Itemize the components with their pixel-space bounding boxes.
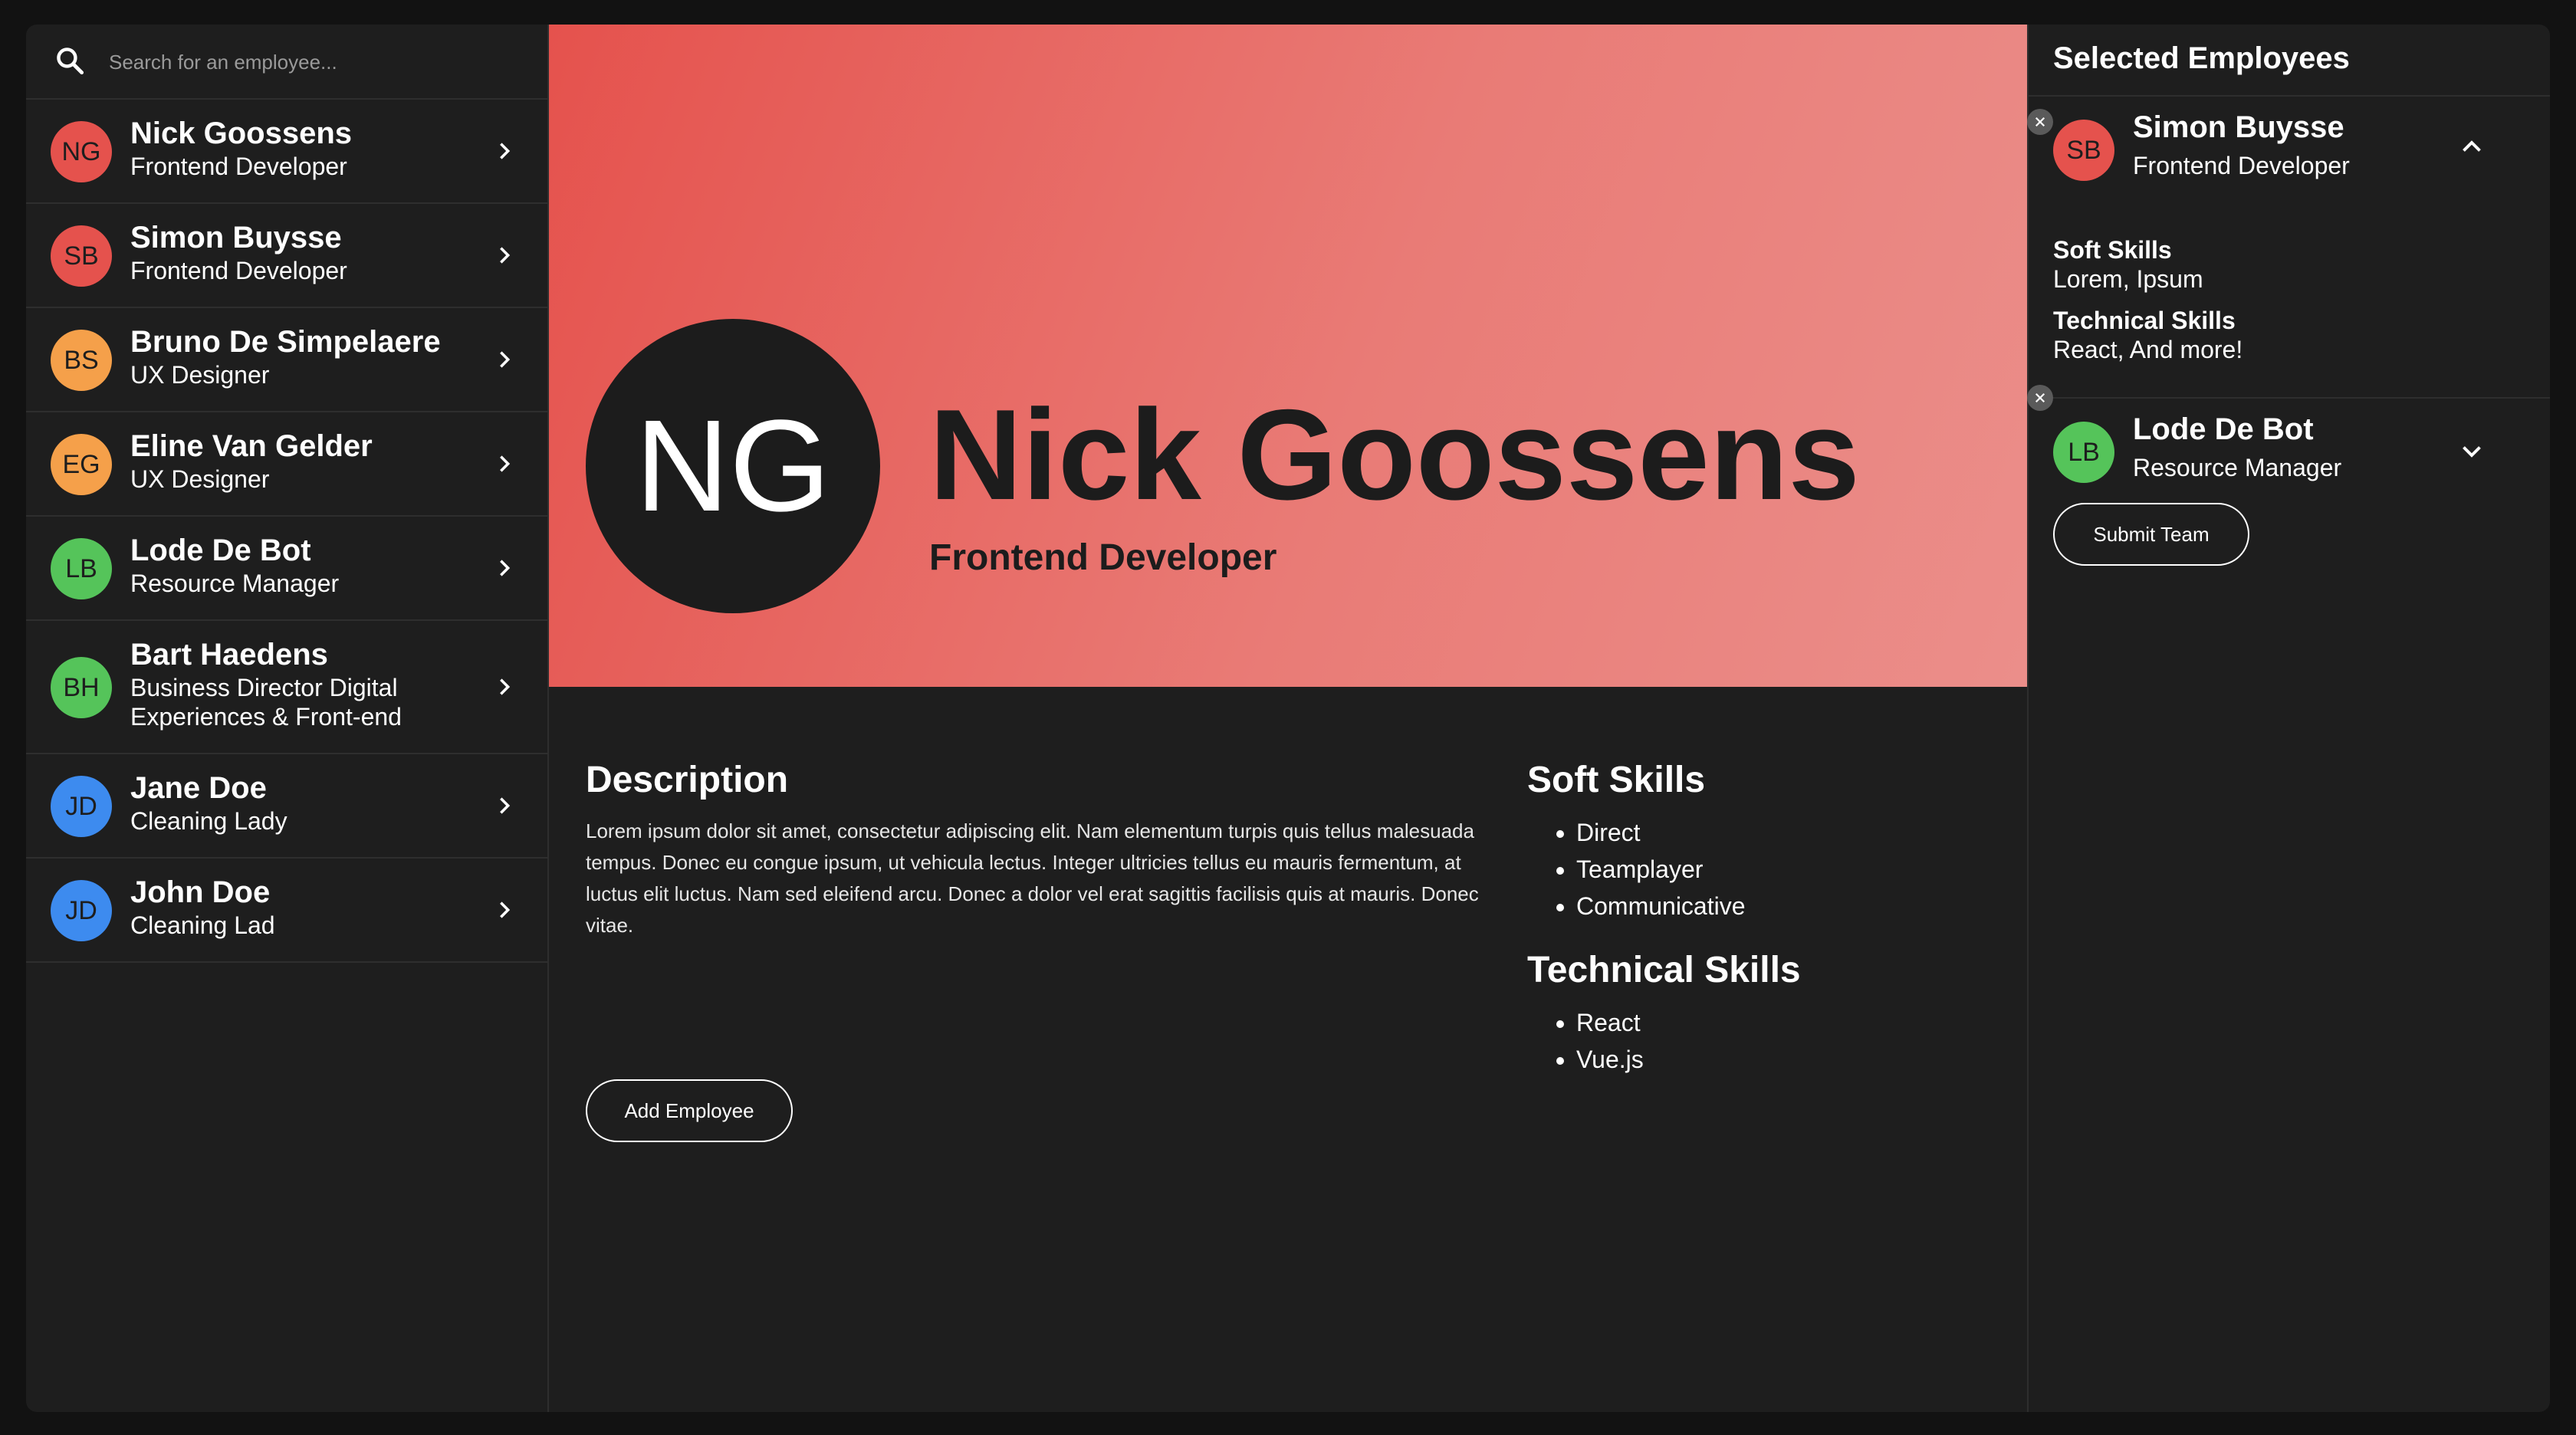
- close-icon: [2035, 392, 2045, 403]
- employee-sidebar: NG Nick Goossens Frontend Developer SB S…: [26, 25, 549, 1412]
- avatar: LB: [51, 538, 112, 599]
- description-heading: Description: [586, 760, 789, 800]
- employee-item-lode-de-bot[interactable]: LB Lode De Bot Resource Manager: [26, 517, 547, 621]
- employee-name: John Doe: [130, 875, 271, 909]
- employee-item-simon-buysse[interactable]: SB Simon Buysse Frontend Developer: [26, 204, 547, 308]
- technical-skills-value: React, And more!: [2053, 336, 2243, 363]
- skill-item: Teamplayer: [1576, 851, 1746, 888]
- avatar: BS: [51, 330, 112, 391]
- soft-skills-heading: Soft Skills: [1527, 760, 1706, 800]
- chevron-down-icon[interactable]: [2458, 437, 2486, 465]
- close-icon: [2035, 117, 2045, 127]
- skill-item: Communicative: [1576, 888, 1746, 924]
- employee-role: Cleaning Lady: [130, 807, 288, 835]
- chevron-right-icon: [500, 455, 511, 472]
- employee-role: UX Designer: [130, 465, 270, 493]
- submit-team-button[interactable]: Submit Team: [2053, 503, 2249, 566]
- selected-employee-role: Resource Manager: [2133, 454, 2342, 481]
- skill-item: Vue.js: [1576, 1041, 1644, 1078]
- chevron-right-icon: [500, 143, 511, 159]
- search-input[interactable]: [107, 43, 524, 81]
- description-text: Lorem ipsum dolor sit amet, consectetur …: [586, 819, 1479, 937]
- employee-name: Bruno De Simpelaere: [130, 325, 441, 359]
- profile-name: Nick Goossens: [929, 383, 1860, 527]
- employee-item-nick-goossens[interactable]: NG Nick Goossens Frontend Developer: [26, 100, 547, 204]
- chevron-up-icon[interactable]: [2458, 133, 2486, 161]
- employee-name: Eline Van Gelder: [130, 429, 373, 463]
- chevron-right-icon: [500, 901, 511, 918]
- avatar: NG: [51, 121, 112, 182]
- profile-hero: NG Nick Goossens Frontend Developer: [549, 25, 2027, 687]
- skill-item: React: [1576, 1004, 1644, 1041]
- technical-skills-label: Technical Skills: [2053, 307, 2236, 334]
- employee-name: Bart Haedens: [130, 638, 328, 672]
- profile-avatar: NG: [586, 319, 880, 613]
- employee-role: Frontend Developer: [130, 257, 347, 284]
- employee-role: UX Designer: [130, 361, 270, 389]
- technical-skills-heading: Technical Skills: [1527, 950, 1801, 990]
- employee-item-john-doe[interactable]: JD John Doe Cleaning Lad: [26, 859, 547, 963]
- selected-employee-name: Simon Buysse: [2133, 110, 2344, 144]
- chevron-right-icon: [500, 247, 511, 264]
- selected-employees-panel: Selected Employees SB Simon Buysse Front…: [2027, 25, 2550, 1412]
- employee-item-jane-doe[interactable]: JD Jane Doe Cleaning Lady: [26, 754, 547, 859]
- profile-role: Frontend Developer: [929, 537, 1277, 578]
- avatar: JD: [51, 776, 112, 837]
- soft-skills-list: Direct Teamplayer Communicative: [1527, 814, 1746, 924]
- employee-item-bruno-de-simpelaere[interactable]: BS Bruno De Simpelaere UX Designer: [26, 308, 547, 412]
- avatar: SB: [51, 225, 112, 287]
- selected-employee-card-simon-buysse[interactable]: SB Simon Buysse Frontend Developer Soft …: [2029, 97, 2550, 397]
- soft-skills-value: Lorem, Ipsum: [2053, 265, 2203, 293]
- employee-item-eline-van-gelder[interactable]: EG Eline Van Gelder UX Designer: [26, 412, 547, 517]
- avatar: JD: [51, 880, 112, 941]
- remove-employee-button[interactable]: [2027, 109, 2053, 135]
- add-employee-button[interactable]: Add Employee: [586, 1079, 793, 1142]
- avatar: EG: [51, 434, 112, 495]
- avatar: BH: [51, 657, 112, 718]
- selected-employees-heading: Selected Employees: [2053, 41, 2350, 75]
- selected-employee-name: Lode De Bot: [2133, 412, 2314, 446]
- search-bar: [26, 25, 547, 100]
- employee-role: Frontend Developer: [130, 153, 347, 180]
- remove-employee-button[interactable]: [2027, 385, 2053, 411]
- chevron-right-icon: [500, 678, 511, 695]
- search-icon: [57, 48, 84, 75]
- soft-skills-label: Soft Skills: [2053, 236, 2172, 264]
- avatar: LB: [2053, 422, 2114, 483]
- chevron-right-icon: [500, 797, 511, 814]
- employee-name: Jane Doe: [130, 771, 267, 805]
- skill-item: Direct: [1576, 814, 1746, 851]
- employee-role: Resource Manager: [130, 570, 340, 597]
- employee-name: Nick Goossens: [130, 117, 353, 150]
- employee-name: Lode De Bot: [130, 534, 311, 567]
- employee-item-bart-haedens[interactable]: BH Bart Haedens Business Director Digita…: [26, 621, 547, 754]
- technical-skills-list: React Vue.js: [1527, 1004, 1644, 1078]
- selected-employee-card-lode-de-bot[interactable]: LB Lode De Bot Resource Manager: [2029, 399, 2550, 506]
- chevron-right-icon: [500, 351, 511, 368]
- selected-employee-role: Frontend Developer: [2133, 152, 2350, 179]
- avatar: SB: [2053, 120, 2114, 181]
- chevron-right-icon: [500, 560, 511, 576]
- app-window: NG Nick Goossens Frontend Developer SB S…: [26, 25, 2550, 1412]
- employee-role: Cleaning Lad: [130, 911, 275, 939]
- employee-role: Business Director Digital Experiences & …: [130, 674, 402, 731]
- employee-detail: NG Nick Goossens Frontend Developer Desc…: [549, 25, 2027, 1412]
- employee-name: Simon Buysse: [130, 221, 342, 254]
